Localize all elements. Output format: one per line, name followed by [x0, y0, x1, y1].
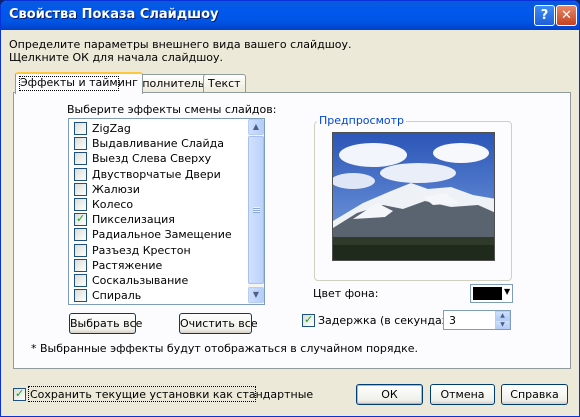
dropdown-arrow-icon: ▼ — [504, 287, 511, 296]
tab-focus-ring — [19, 76, 119, 91]
effect-label: Спираль — [92, 289, 142, 303]
save-defaults-checkbox[interactable] — [13, 387, 26, 401]
delay-checkbox[interactable] — [302, 313, 315, 327]
scroll-thumb[interactable] — [248, 136, 264, 284]
effect-checkbox[interactable] — [74, 152, 87, 166]
cancel-button[interactable]: Отмена — [430, 384, 495, 405]
delay-value[interactable]: 3 — [449, 314, 456, 327]
effect-checkbox[interactable] — [74, 228, 87, 242]
scroll-up-icon[interactable]: ▲ — [248, 119, 264, 135]
effect-label: Соскальзывание — [92, 274, 189, 287]
list-item[interactable]: Выезд Слева Сверху — [69, 151, 247, 166]
window-title: Свойства Показа Слайдшоу — [9, 7, 219, 22]
list-item[interactable]: Радиальное Замещение — [69, 227, 247, 242]
intro-line-1: Определите параметры внешнего вида вашег… — [9, 38, 352, 51]
effect-checkbox[interactable] — [74, 167, 87, 181]
effect-checkbox[interactable] — [74, 137, 87, 151]
list-item[interactable]: Пикселизация — [69, 212, 247, 227]
list-item[interactable]: Двустворчатые Двери — [69, 167, 247, 182]
effect-label: Колесо — [92, 198, 134, 211]
save-defaults-focus-ring — [28, 386, 256, 402]
tab-text[interactable]: Текст — [203, 74, 246, 93]
effects-scrollbar[interactable]: ▲ ▼ — [248, 119, 264, 304]
effect-checkbox[interactable] — [74, 274, 87, 287]
list-item[interactable]: Колесо — [69, 197, 247, 212]
slideshow-properties-dialog: Свойства Показа Слайдшоу ? ✕ Определите … — [0, 0, 580, 417]
ok-button[interactable]: ОК — [356, 384, 423, 405]
effect-label: Выезд Слева Сверху — [92, 152, 212, 166]
spin-up-icon[interactable]: ▲ — [495, 311, 510, 320]
effect-checkbox[interactable] — [74, 198, 87, 211]
effect-label: Пикселизация — [92, 213, 175, 227]
clear-all-button[interactable]: Очистить все — [179, 313, 258, 334]
effect-label: Выдавливание Слайда — [92, 137, 225, 151]
list-item[interactable]: Выдавливание Слайда — [69, 136, 247, 151]
intro-line-2: Щелкните ОК для начала слайдшоу. — [9, 51, 224, 64]
effect-label: Жалюзи — [92, 182, 140, 196]
grip-icon — [253, 207, 260, 213]
select-all-button[interactable]: Выбрать все — [69, 313, 142, 334]
effects-list[interactable]: ZigZag Выдавливание Слайда Выезд Слева Све… — [68, 118, 265, 305]
list-item[interactable]: Спираль — [69, 288, 247, 303]
list-item[interactable]: Соскальзывание — [69, 273, 247, 288]
effect-label: Растяжение — [92, 258, 163, 272]
effect-label: Разъезд Крестон — [92, 243, 191, 257]
help-button[interactable]: Справка — [501, 384, 568, 405]
preview-image — [332, 132, 495, 261]
effect-checkbox[interactable] — [74, 258, 87, 272]
delay-spinner[interactable]: 3 ▲ ▼ — [443, 310, 511, 330]
background-color-label: Цвет фона: — [313, 287, 379, 300]
title-bar[interactable]: Свойства Показа Слайдшоу ? ✕ — [1, 1, 579, 30]
spin-down-icon[interactable]: ▼ — [495, 320, 510, 329]
list-item[interactable]: Жалюзи — [69, 182, 247, 197]
effect-checkbox[interactable] — [74, 289, 87, 303]
effect-checkbox[interactable] — [74, 182, 87, 196]
effect-checkbox[interactable] — [74, 212, 87, 227]
list-item[interactable]: Разъезд Крестон — [69, 243, 247, 258]
effect-label: ZigZag — [92, 122, 131, 135]
effect-checkbox[interactable] — [74, 122, 87, 135]
effect-label: Двустворчатые Двери — [92, 167, 221, 181]
background-color-picker[interactable]: ▼ — [470, 284, 513, 303]
close-icon[interactable]: ✕ — [556, 5, 577, 26]
random-order-note: * Выбранные эффекты будут отображаться в… — [31, 342, 419, 355]
tab-panel-effects: Выберите эффекты смены слайдов: ZigZag Вы… — [13, 92, 571, 369]
list-item[interactable]: Растяжение — [69, 258, 247, 273]
background-color-swatch — [473, 287, 502, 300]
list-item[interactable]: ZigZag — [69, 121, 247, 136]
intro-text: Определите параметры внешнего вида вашег… — [9, 38, 352, 64]
help-icon[interactable]: ? — [534, 5, 555, 26]
delay-label[interactable]: Задержка (в секундах): — [318, 314, 456, 327]
scroll-down-icon[interactable]: ▼ — [248, 287, 264, 303]
preview-title: Предпросмотр — [317, 114, 406, 127]
effects-heading: Выберите эффекты смены слайдов: — [67, 103, 277, 116]
effect-checkbox[interactable] — [74, 243, 87, 257]
effect-label: Радиальное Замещение — [92, 228, 232, 242]
